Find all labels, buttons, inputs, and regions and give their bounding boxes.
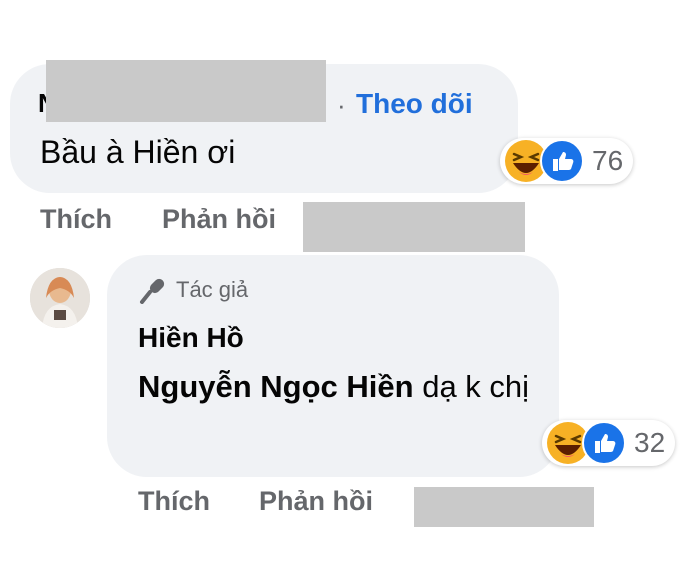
like-icon: [540, 139, 584, 183]
reply-author[interactable]: Hiền Hồ: [138, 322, 244, 354]
redaction-box: [46, 60, 326, 122]
reply-action[interactable]: Phản hồi: [259, 486, 373, 517]
reaction-count: 32: [634, 427, 666, 458]
like-icon: [582, 421, 626, 465]
separator-dot: ·: [337, 90, 346, 120]
reply-text-body: dạ k chị: [413, 369, 530, 404]
microphone-icon: [140, 278, 165, 304]
avatar-image: [30, 268, 90, 328]
author-badge: Tác giả: [138, 276, 248, 304]
top-comment-text: Bầu à Hiền ơi: [40, 134, 236, 170]
reply-action[interactable]: Phản hồi: [162, 204, 276, 235]
avatar[interactable]: [30, 268, 90, 328]
like-action[interactable]: Thích: [40, 204, 112, 235]
reaction-summary[interactable]: 32: [542, 420, 676, 466]
reply-text: Nguyễn Ngọc Hiền dạ k chị: [138, 362, 538, 412]
like-action[interactable]: Thích: [138, 486, 210, 517]
mention-link[interactable]: Nguyễn Ngọc Hiền: [138, 369, 414, 404]
reaction-count: 76: [592, 145, 624, 176]
redaction-box: [303, 202, 525, 252]
reaction-summary[interactable]: 76: [500, 138, 634, 184]
follow-link[interactable]: Theo dõi: [356, 88, 473, 120]
author-badge-label: Tác giả: [176, 277, 249, 302]
redaction-box: [414, 487, 594, 527]
